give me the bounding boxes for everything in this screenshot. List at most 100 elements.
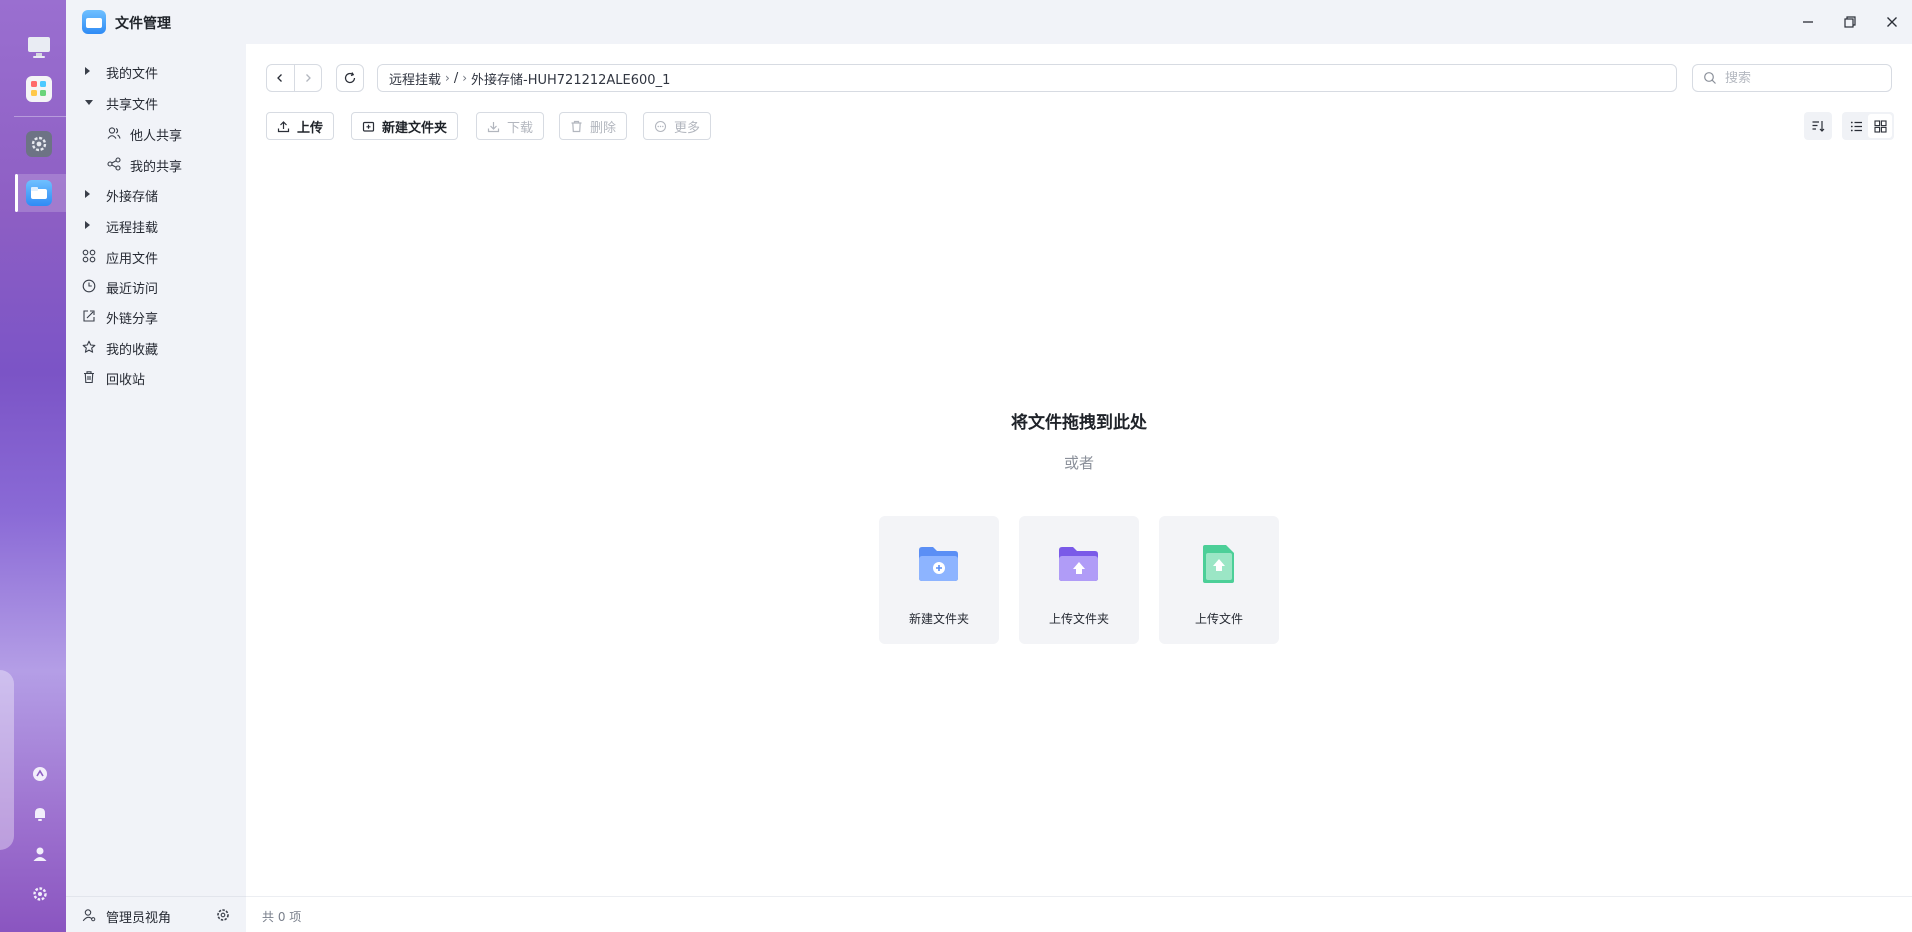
forward-button[interactable] (293, 65, 322, 91)
more-icon (654, 120, 667, 132)
breadcrumb[interactable]: 远程挂载 › / › 外接存储-HUH721212ALE600_1 (377, 64, 1677, 92)
network-icon[interactable] (31, 765, 49, 783)
search-input[interactable] (1725, 70, 1885, 86)
new-folder-button[interactable]: 新建文件夹 (351, 112, 459, 140)
maximize-button[interactable] (1838, 10, 1862, 34)
caret-right-icon[interactable] (85, 221, 90, 229)
restore-icon (1844, 16, 1856, 28)
breadcrumb-segment[interactable]: 远程挂载 (389, 69, 441, 88)
download-icon (487, 121, 500, 132)
breadcrumb-separator: › (462, 71, 468, 85)
sort-icon (1812, 121, 1825, 132)
upload-file-card-label: 上传文件 (1194, 612, 1243, 626)
refresh-icon (344, 72, 356, 84)
grid-view-button[interactable] (1868, 114, 1892, 138)
share-icon (107, 157, 121, 171)
sidebar-item-my-files[interactable]: 我的文件 (66, 56, 246, 86)
minimize-icon (1803, 21, 1813, 23)
dock-decoration (0, 670, 14, 850)
new-folder-card[interactable]: 新建文件夹 (879, 516, 999, 644)
gear-icon (217, 909, 229, 921)
upload-folder-icon (1059, 547, 1098, 581)
sidebar-footer: 管理员视角 (66, 896, 246, 932)
main-panel: 远程挂载 › / › 外接存储-HUH721212ALE600_1 上传 新建文… (246, 44, 1912, 896)
close-icon (1887, 17, 1897, 27)
system-settings-icon[interactable] (31, 885, 49, 903)
upload-button[interactable]: 上传 (266, 112, 335, 140)
status-bar: 共 0 项 (246, 896, 1912, 932)
admin-view-label: 管理员视角 (106, 911, 172, 926)
search-icon (1704, 72, 1716, 84)
sidebar-settings-button[interactable] (216, 908, 230, 922)
sidebar-item-favorites[interactable]: 我的收藏 (66, 332, 246, 362)
bell-icon[interactable] (31, 805, 49, 823)
apps-grid-icon (82, 249, 96, 263)
grid-view-icon (1873, 119, 1887, 133)
sidebar-item-my-shares[interactable]: 我的共享 (66, 149, 246, 179)
caret-down-icon[interactable] (85, 100, 93, 105)
delete-label: 删除 (590, 120, 617, 136)
search-box[interactable] (1692, 64, 1892, 92)
sidebar-item-external-storage[interactable]: 外接存储 (66, 179, 246, 209)
sidebar-item-label: 我的共享 (130, 160, 183, 175)
drop-zone-title: 将文件拖拽到此处 (1011, 413, 1147, 433)
sidebar-item-shared-files[interactable]: 共享文件 (66, 87, 246, 117)
sidebar: 我的文件 共享文件 他人共享 我的共享 外接存储 远程挂载 应用文件 最近访问 … (66, 44, 246, 932)
file-manager-icon[interactable] (26, 180, 52, 206)
sidebar-item-shared-with-me[interactable]: 他人共享 (66, 118, 246, 148)
sidebar-item-recycle-bin[interactable]: 回收站 (66, 362, 246, 392)
upload-folder-card[interactable]: 上传文件夹 (1019, 516, 1139, 644)
title-bar: 文件管理 (66, 0, 1912, 44)
caret-right-icon[interactable] (85, 190, 90, 198)
breadcrumb-segment[interactable]: 外接存储-HUH721212ALE600_1 (471, 69, 670, 88)
upload-folder-card-label: 上传文件夹 (1048, 612, 1109, 626)
app-center-icon[interactable] (26, 76, 52, 102)
trash-icon (571, 120, 582, 132)
download-button[interactable]: 下载 (476, 112, 545, 140)
upload-file-icon (1203, 545, 1234, 583)
trash-icon (84, 371, 94, 384)
file-manager-logo-icon (82, 10, 106, 34)
download-label: 下载 (507, 120, 534, 136)
new-folder-card-label: 新建文件夹 (908, 612, 969, 626)
settings-gear-icon[interactable] (26, 131, 52, 157)
breadcrumb-segment[interactable]: / (454, 71, 458, 86)
refresh-button[interactable] (336, 64, 364, 92)
sidebar-item-label: 我的收藏 (106, 343, 159, 358)
app-title: 文件管理 (115, 16, 171, 32)
users-icon (107, 127, 121, 139)
sidebar-item-label: 共享文件 (106, 98, 159, 113)
sidebar-item-remote-mount[interactable]: 远程挂载 (66, 210, 246, 240)
sidebar-item-link-share[interactable]: 外链分享 (66, 301, 246, 331)
more-button[interactable]: 更多 (643, 112, 712, 140)
list-view-button[interactable] (1844, 114, 1868, 138)
drop-zone-or: 或者 (1063, 454, 1094, 472)
admin-user-icon (82, 909, 96, 922)
chevron-left-icon (277, 74, 283, 82)
monitor-icon[interactable] (26, 34, 52, 60)
history-nav (266, 64, 322, 92)
upload-file-card[interactable]: 上传文件 (1159, 516, 1279, 644)
new-folder-label: 新建文件夹 (382, 120, 448, 136)
dock-divider (14, 116, 66, 117)
star-icon (82, 340, 96, 353)
folder-plus-icon (362, 121, 375, 132)
back-button[interactable] (267, 65, 294, 91)
item-count: 共 0 项 (262, 910, 302, 924)
sidebar-item-label: 远程挂载 (106, 221, 159, 236)
close-button[interactable] (1880, 10, 1904, 34)
minimize-button[interactable] (1796, 10, 1820, 34)
user-icon[interactable] (31, 845, 49, 863)
breadcrumb-separator: › (445, 71, 450, 85)
sidebar-item-app-files[interactable]: 应用文件 (66, 241, 246, 271)
dock-active-indicator (15, 174, 18, 212)
caret-right-icon[interactable] (85, 67, 90, 75)
sidebar-item-label: 外链分享 (106, 312, 159, 327)
sidebar-item-recent[interactable]: 最近访问 (66, 271, 246, 301)
external-share-icon (83, 310, 95, 322)
sidebar-item-label: 外接存储 (106, 190, 159, 205)
sidebar-item-label: 他人共享 (130, 129, 183, 144)
sort-button[interactable] (1804, 112, 1832, 140)
upload-icon (277, 120, 290, 132)
delete-button[interactable]: 删除 (559, 112, 628, 140)
